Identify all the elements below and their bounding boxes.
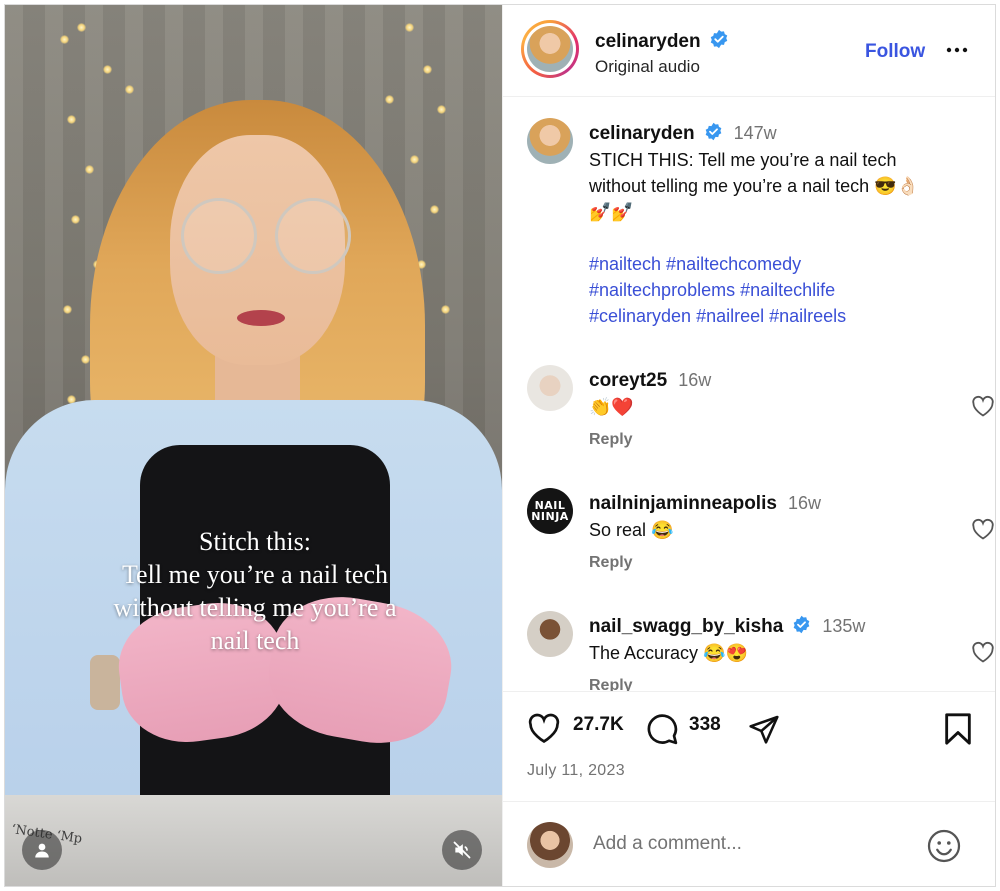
share-send-icon[interactable] bbox=[747, 713, 781, 745]
comment-avatar[interactable] bbox=[527, 611, 573, 657]
comment-input[interactable] bbox=[593, 829, 893, 859]
comment-username[interactable]: nailninjaminneapolis bbox=[589, 493, 777, 514]
author-avatar bbox=[527, 26, 573, 72]
comment-username[interactable]: coreyt25 bbox=[589, 370, 667, 391]
comment-avatar[interactable]: NAIL NINJA bbox=[527, 488, 573, 534]
comment-item: coreyt25 16w 👏❤️ Reply bbox=[527, 365, 994, 465]
comments-count[interactable]: 338 bbox=[689, 714, 721, 736]
current-user-avatar bbox=[527, 822, 573, 868]
more-options-button[interactable] bbox=[945, 38, 969, 68]
comment-username[interactable]: nail_swagg_by_kisha bbox=[589, 616, 783, 637]
caption-line: Tell me you’re a nail tech bbox=[121, 560, 388, 589]
comment-text: 👏❤️ bbox=[589, 397, 634, 417]
comment-time[interactable]: 135w bbox=[822, 616, 865, 636]
person-lips bbox=[237, 310, 285, 326]
post-caption: celinaryden 147w STICH THIS: Tell me you… bbox=[527, 118, 967, 348]
comments-list[interactable]: celinaryden 147w STICH THIS: Tell me you… bbox=[503, 98, 995, 691]
comment-time[interactable]: 16w bbox=[788, 493, 821, 513]
tagged-user-button[interactable] bbox=[22, 830, 62, 870]
author-avatar-story-ring[interactable] bbox=[521, 20, 579, 78]
like-comment-heart-icon[interactable] bbox=[971, 518, 995, 540]
author-username-row: celinaryden bbox=[595, 29, 729, 53]
video-caption: Stitch this: Tell me you’re a nail tech … bbox=[65, 525, 445, 657]
more-dots-icon bbox=[946, 47, 968, 53]
audio-label[interactable]: Original audio bbox=[595, 57, 700, 77]
reply-button[interactable]: Reply bbox=[589, 554, 633, 572]
post-dialog: ʻNotte ʻMp Stitch this: Tell me you’re a… bbox=[4, 4, 996, 887]
likes-count[interactable]: 27.7K bbox=[573, 714, 624, 736]
user-icon bbox=[35, 843, 49, 858]
glasses-left-lens bbox=[181, 198, 257, 274]
caption-line: Stitch this: bbox=[199, 527, 311, 556]
comment-text: The Accuracy 😂😍 bbox=[589, 643, 748, 663]
caption-time[interactable]: 147w bbox=[734, 123, 777, 143]
reply-button[interactable]: Reply bbox=[589, 431, 633, 449]
comment-time[interactable]: 16w bbox=[678, 370, 711, 390]
reply-button[interactable]: Reply bbox=[589, 677, 633, 691]
post-side-panel: celinaryden Original audio Follow celina… bbox=[502, 5, 995, 886]
hashtags-line[interactable]: #celinaryden #nailreel #nailreels bbox=[589, 303, 969, 329]
hashtags-line[interactable]: #nailtechproblems #nailtechlife bbox=[589, 277, 969, 303]
mute-toggle-button[interactable] bbox=[442, 830, 482, 870]
caption-line: without telling me you’re a bbox=[113, 593, 397, 622]
save-bookmark-icon[interactable] bbox=[943, 712, 973, 746]
follow-button[interactable]: Follow bbox=[865, 41, 925, 63]
caption-username[interactable]: celinaryden bbox=[589, 123, 695, 144]
verified-badge-icon bbox=[710, 29, 728, 49]
verified-badge-icon bbox=[794, 615, 810, 634]
like-comment-heart-icon[interactable] bbox=[971, 395, 995, 417]
caption-text-line: 💅💅 bbox=[589, 202, 634, 222]
post-header: celinaryden Original audio Follow bbox=[503, 5, 995, 97]
avatar-logo-text: NINJA bbox=[531, 510, 569, 523]
add-comment-bar bbox=[503, 801, 995, 886]
smart-watch bbox=[90, 655, 120, 710]
verified-badge-icon bbox=[705, 122, 721, 141]
caption-text-line: STICH THIS: Tell me you’re a nail tech bbox=[589, 150, 897, 170]
like-comment-heart-icon[interactable] bbox=[971, 641, 995, 663]
emoji-picker-icon[interactable] bbox=[926, 828, 962, 864]
reel-video[interactable]: ʻNotte ʻMp Stitch this: Tell me you’re a… bbox=[5, 5, 502, 886]
comment-text: So real 😂 bbox=[589, 520, 674, 540]
caption-text-line: without telling me you’re a nail tech 😎👌… bbox=[589, 176, 919, 196]
caption-avatar[interactable] bbox=[527, 118, 573, 164]
comment-item: NAIL NINJA nailninjaminneapolis 16w So r… bbox=[527, 488, 994, 588]
post-actions: 27.7K 338 July 11, 2023 bbox=[503, 691, 995, 801]
comment-item: nail_swagg_by_kisha 135w The Accuracy 😂😍… bbox=[527, 611, 994, 691]
like-heart-icon[interactable] bbox=[527, 712, 561, 744]
comment-avatar[interactable] bbox=[527, 365, 573, 411]
glasses-right-lens bbox=[275, 198, 351, 274]
post-date[interactable]: July 11, 2023 bbox=[527, 762, 625, 780]
author-username[interactable]: celinaryden bbox=[595, 31, 701, 52]
hashtags-line[interactable]: #nailtech #nailtechcomedy bbox=[589, 251, 969, 277]
speaker-muted-icon bbox=[453, 841, 471, 859]
caption-line: nail tech bbox=[210, 626, 300, 655]
comment-bubble-icon[interactable] bbox=[645, 712, 679, 746]
